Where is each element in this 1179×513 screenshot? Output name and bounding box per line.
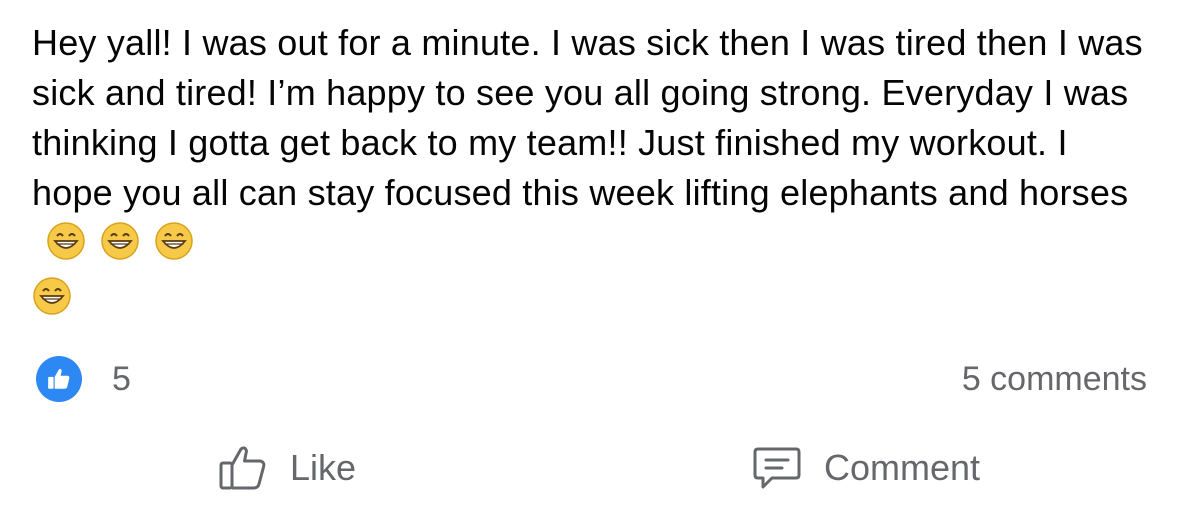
thumbs-up-outline-icon [219, 446, 266, 490]
grinning-face-icon [101, 222, 139, 260]
reactions-summary[interactable]: 5 [36, 356, 131, 402]
comment-bubble-icon [753, 447, 801, 489]
post-text: Hey yall! I was out for a minute. I was … [32, 22, 1143, 213]
grinning-face-icon [33, 277, 71, 315]
comment-button[interactable]: Comment [752, 440, 980, 496]
thumbs-up-icon [36, 356, 82, 402]
grinning-face-icon [47, 222, 85, 260]
comment-label: Comment [824, 447, 981, 488]
post-actions-bar: Like Comment [0, 440, 1179, 496]
like-label: Like [290, 447, 357, 488]
like-button[interactable]: Like [218, 440, 356, 496]
post-body: Hey yall! I was out for a minute. I was … [32, 18, 1152, 316]
grinning-face-icon [155, 222, 193, 260]
comments-count-link[interactable]: 5 comments [962, 356, 1147, 402]
reaction-count: 5 [112, 359, 131, 398]
